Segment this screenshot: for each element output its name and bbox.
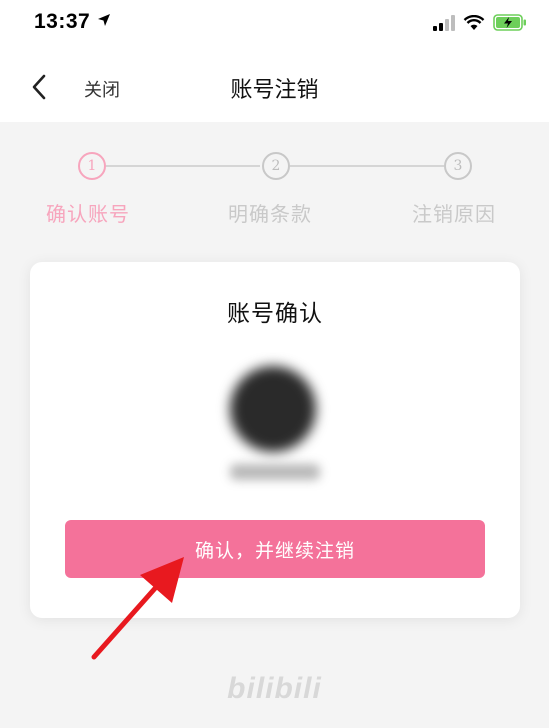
cellular-signal-icon — [433, 14, 455, 31]
step-3-circle: 3 — [444, 152, 472, 180]
card-title: 账号确认 — [227, 301, 323, 327]
annotation-arrow-icon — [91, 557, 184, 660]
step-connector-1 — [106, 165, 260, 167]
status-bar: 13:37 — [0, 0, 549, 52]
progress-stepper: 1 2 3 确认账号 明确条款 注销原因 — [0, 122, 549, 242]
username-blurred — [230, 464, 320, 480]
location-arrow-icon — [97, 14, 110, 26]
page-title: 账号注销 — [230, 78, 319, 103]
step-1-circle: 1 — [78, 152, 106, 180]
wifi-icon — [463, 14, 485, 30]
battery-charging-icon — [493, 14, 526, 31]
status-time: 13:37 — [34, 10, 111, 34]
step-2-circle: 2 — [262, 152, 290, 180]
status-icons — [433, 14, 527, 31]
step-1-label: 确认账号 — [46, 202, 130, 226]
status-time-text: 13:37 — [34, 10, 91, 33]
avatar — [230, 366, 316, 452]
step-2-label: 明确条款 — [228, 202, 312, 226]
step-3-label: 注销原因 — [412, 202, 496, 226]
bilibili-logo: bilibili — [227, 672, 322, 705]
navigation-bar: 关闭 账号注销 — [0, 52, 549, 122]
step-connector-2 — [290, 165, 444, 167]
